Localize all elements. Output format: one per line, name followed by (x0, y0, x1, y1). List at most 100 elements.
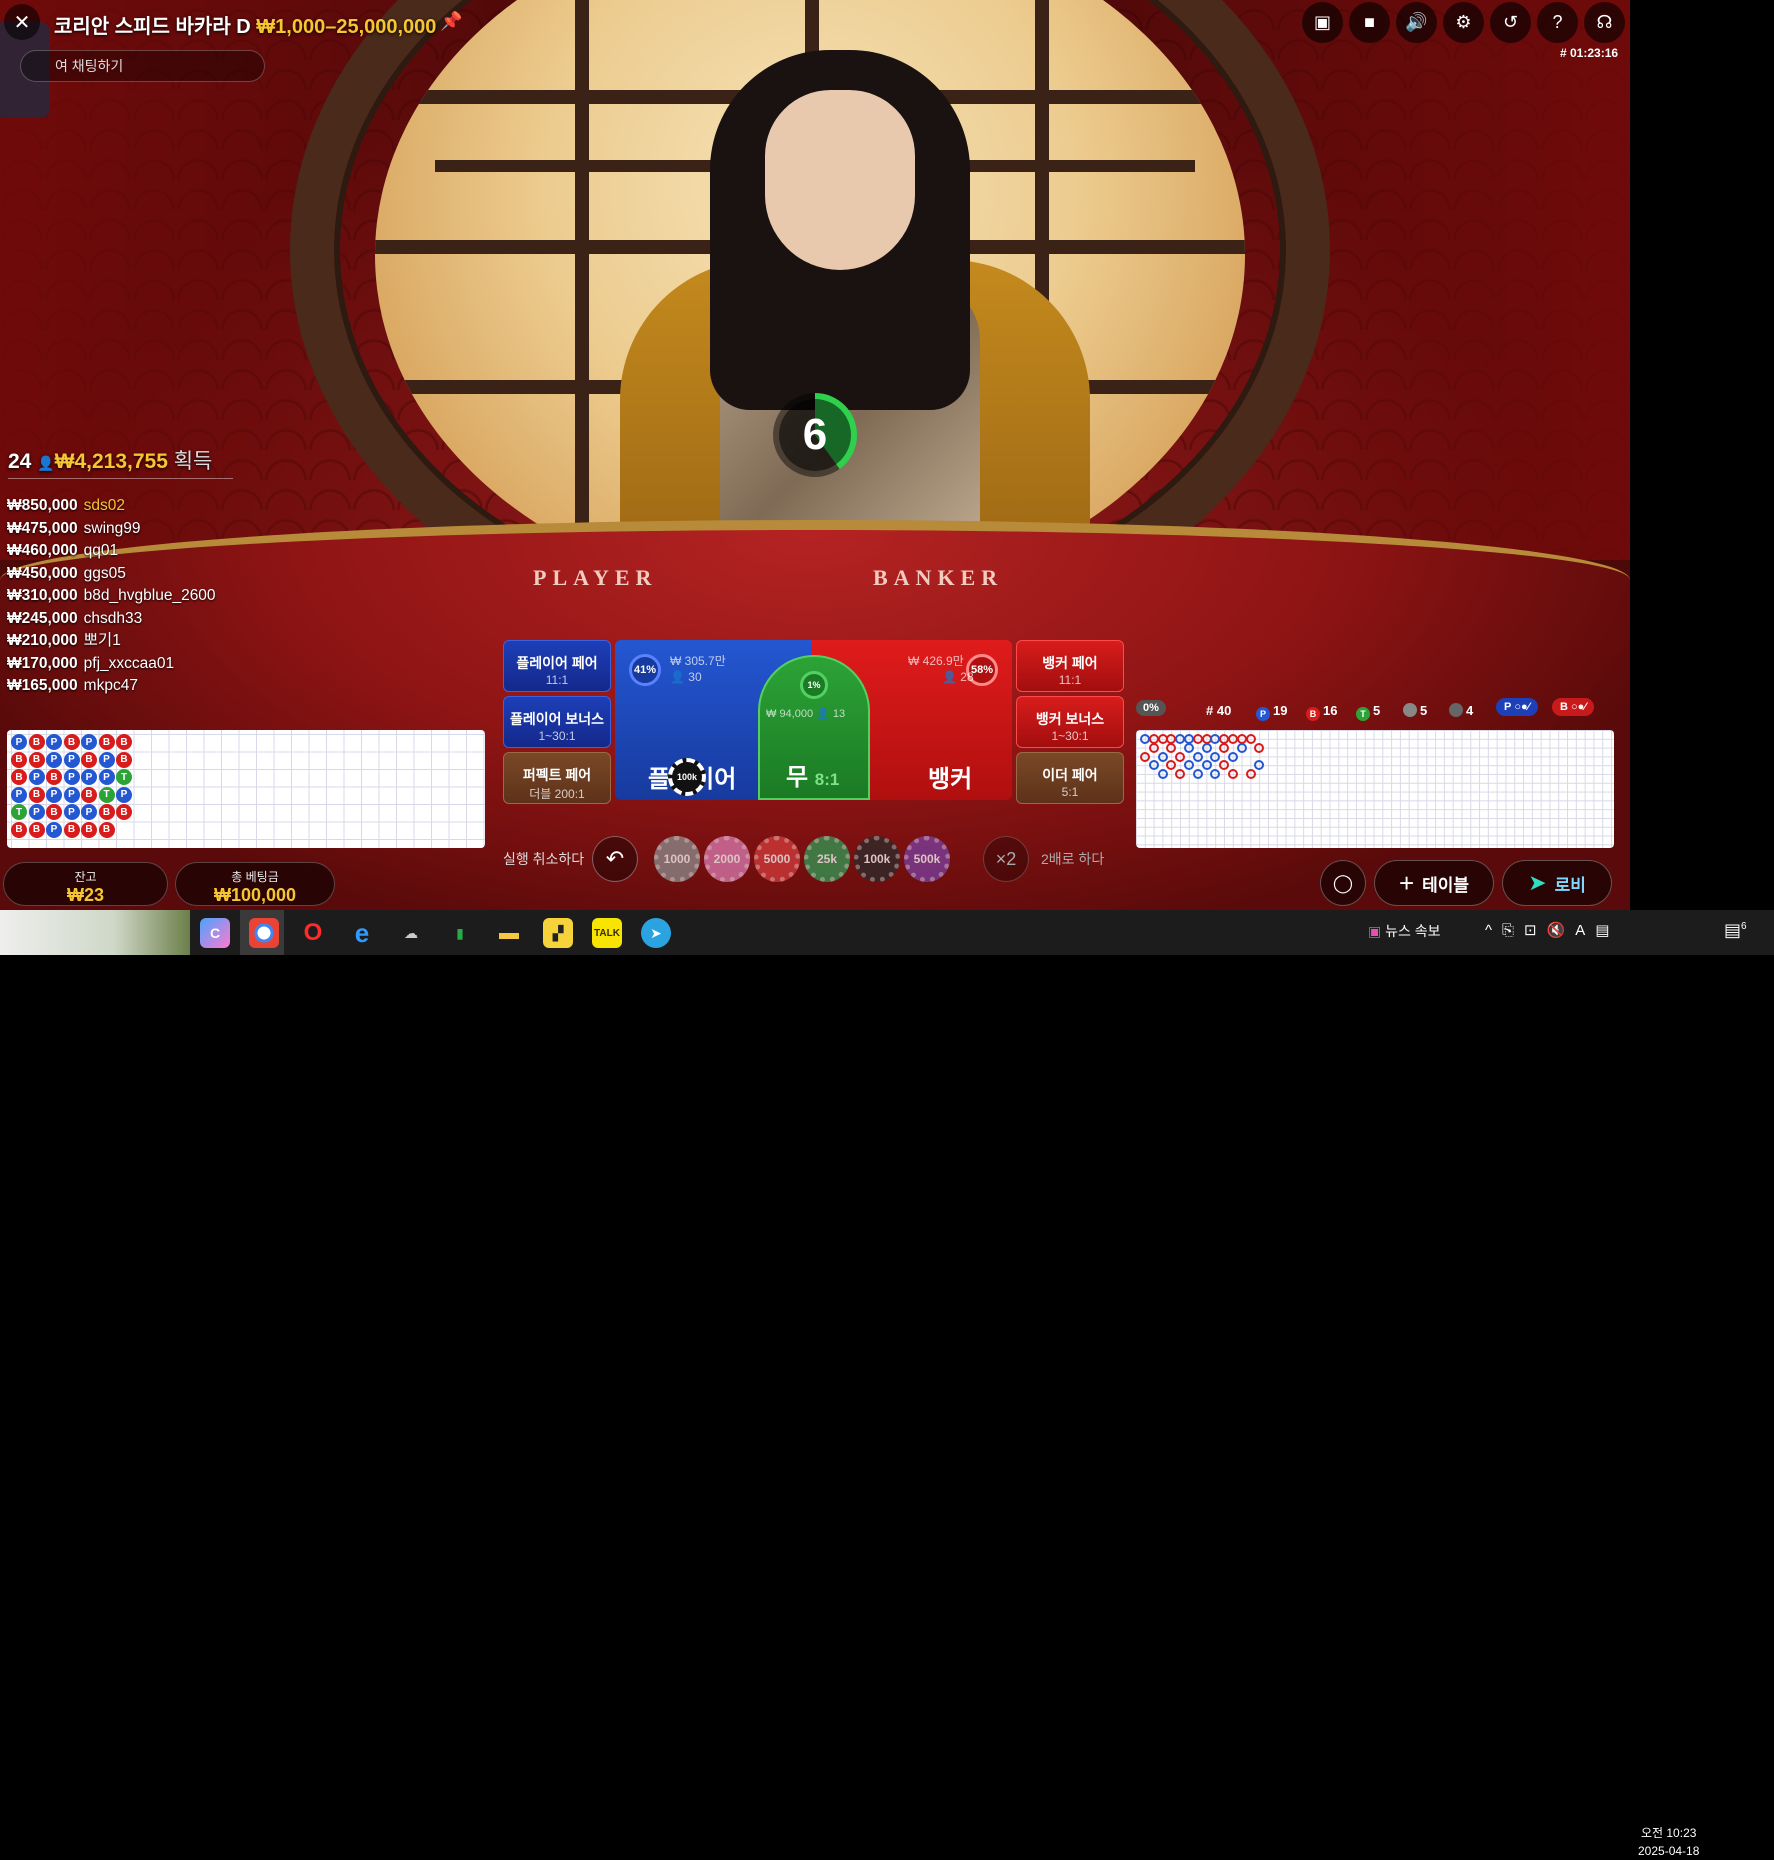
headset-icon[interactable]: ☊ (1584, 2, 1625, 43)
video-icon[interactable]: ■ (1349, 2, 1390, 43)
undo-icon: ↶ (605, 846, 625, 871)
road-mark-P (1210, 769, 1221, 780)
chat-input[interactable]: 여 채팅하기 (20, 50, 265, 82)
table-label-player: PLAYER (533, 565, 658, 590)
bet-odds: 5:1 (1061, 785, 1079, 799)
bet-player-bonus[interactable]: 플레이어 보너스 1~30:1 (503, 696, 611, 748)
bead-P: P (81, 769, 97, 785)
winner-row: ₩310,000 b8d_hvgblue_2600 (7, 585, 216, 608)
winner-amount: ₩475,000 (7, 519, 78, 537)
bet-perfect-pair[interactable]: 퍼펙트 페어 더블 200:1 (503, 752, 611, 804)
table-button[interactable]: + 테이블 (1374, 860, 1494, 906)
winner-amount: ₩850,000 (7, 497, 78, 514)
bead-B: B (28, 751, 45, 768)
book-icon[interactable]: ▮ (445, 918, 475, 948)
player-ask-button[interactable]: P ○●⁄ (1496, 698, 1538, 716)
game-name: 코리안 스피드 바카라 D (54, 16, 251, 38)
bet-tie[interactable]: 1% ₩ 94,000 👤 13 무 8:1 (758, 655, 870, 800)
total-bet-box: 총 베팅금 ₩100,000 (175, 862, 335, 906)
tie-pct: 1% (800, 671, 828, 699)
tray-icons[interactable]: ^⎘⊡🔇A▤ (1485, 921, 1619, 939)
chip-2000[interactable]: 2000 (704, 836, 750, 882)
bead-road[interactable]: PBBPTBBBPBPBPPBPBPBPPPPBPBPBPBBPPTBBBBTP… (7, 730, 485, 848)
chat-bubble-icon: ◯ (1332, 872, 1354, 893)
chrome-icon[interactable] (249, 918, 279, 948)
winner-amount: ₩450,000 (7, 564, 78, 582)
chip-500k[interactable]: 500k (904, 836, 950, 882)
sticky-notes-icon[interactable]: ▞ (543, 918, 573, 948)
bet-banker-bonus[interactable]: 뱅커 보너스 1~30:1 (1016, 696, 1124, 748)
double-button[interactable]: ×2 (983, 836, 1029, 882)
pin-icon[interactable]: 📌 (440, 11, 462, 32)
chip-100k[interactable]: 100k (854, 836, 900, 882)
road-mark-P (1184, 742, 1194, 753)
winner-name: 뽀기1 (83, 632, 121, 649)
close-button[interactable]: ✕ (4, 4, 40, 40)
road-mark-B (1175, 751, 1186, 762)
bead-B: B (11, 821, 27, 838)
opera-icon[interactable]: O (298, 918, 328, 948)
bet-banker-pair[interactable]: 뱅커 페어 11:1 (1016, 640, 1124, 692)
notification-icon[interactable]: ▤6 (1724, 920, 1747, 941)
bead-B: B (81, 786, 97, 803)
banker-amount: ₩ 426.9만 (908, 654, 964, 668)
dealer (620, 40, 1090, 590)
news-widget[interactable]: ▣ 뉴스 속보 (1368, 921, 1441, 941)
bead-B: B (28, 734, 45, 750)
help-icon[interactable]: ? (1537, 2, 1578, 43)
copilot-icon[interactable]: C (200, 918, 230, 948)
bead-P: P (11, 734, 27, 750)
bead-P: P (63, 769, 80, 785)
road-mark-P (1254, 760, 1265, 771)
bead-B: B (63, 734, 80, 750)
banker-ask-button[interactable]: B ○●⁄ (1552, 698, 1595, 716)
countdown-timer: 6 (773, 393, 857, 477)
stats-banker: B 16 (1306, 703, 1337, 721)
big-road[interactable] (1136, 730, 1614, 848)
winner-amount: ₩245,000 (7, 609, 78, 627)
news-label: 뉴스 속보 (1385, 923, 1441, 939)
app-icon[interactable]: ☁ (396, 918, 426, 948)
bead-P: P (63, 786, 80, 803)
tie-label: 무 8:1 (786, 764, 840, 791)
banker-label: 뱅커 (928, 766, 973, 793)
winner-row: ₩165,000 mkpc47 (7, 675, 216, 698)
chat-icon[interactable]: ▣ (1302, 2, 1343, 43)
bet-odds: 더블 200:1 (529, 787, 585, 801)
road-mark-P (1157, 751, 1168, 762)
balance-label: 잔고 (74, 870, 97, 884)
chip-5000[interactable]: 5000 (754, 836, 800, 882)
bet-player-pair[interactable]: 플레이어 페어 11:1 (503, 640, 611, 692)
chip-1000[interactable]: 1000 (654, 836, 700, 882)
lobby-button[interactable]: ➤ 로비 (1502, 860, 1612, 906)
history-icon[interactable]: ↺ (1490, 2, 1531, 43)
bead-P: P (116, 786, 132, 803)
placed-chip: 100k (668, 758, 706, 796)
table-label-banker: BANKER (873, 565, 1004, 590)
player-pct: 41% (629, 654, 661, 686)
settings-icon[interactable]: ⚙ (1443, 2, 1484, 43)
ie-icon[interactable]: e (347, 918, 377, 948)
road-mark-P (1192, 769, 1203, 780)
winners-suffix: 획득 (173, 450, 213, 473)
winner-amount: ₩170,000 (7, 654, 78, 672)
winner-name: ggs05 (83, 564, 126, 582)
volume-icon[interactable]: 🔊 (1396, 2, 1437, 43)
clock[interactable]: 오전 10:23 2025-04-18 (1638, 1824, 1699, 1860)
telegram-icon[interactable]: ➤ (641, 918, 671, 948)
widget-landscape (0, 910, 190, 955)
winners-summary: 24 👤₩4,213,755 획득 (8, 445, 212, 475)
banker-count: 👤 28 (942, 670, 974, 684)
chip-25k[interactable]: 25k (804, 836, 850, 882)
undo-button[interactable]: ↶ (592, 836, 638, 882)
road-mark-B (1219, 742, 1230, 753)
road-mark-P (1210, 751, 1221, 762)
chat-toggle-button[interactable]: ◯ (1320, 860, 1366, 906)
road-mark-P (1192, 751, 1203, 762)
kakaotalk-icon[interactable]: TALK (592, 918, 622, 948)
winner-name: pfj_xxccaa01 (83, 654, 175, 672)
bet-either-pair[interactable]: 이더 페어 5:1 (1016, 752, 1124, 804)
folder-icon[interactable]: ▬ (494, 918, 524, 948)
bet-label: 이더 페어 (1042, 767, 1098, 783)
road-stats: 0% # 40 P 19 B 16 T5 5 4 P ○●⁄ B ○●⁄ (1136, 698, 1616, 724)
